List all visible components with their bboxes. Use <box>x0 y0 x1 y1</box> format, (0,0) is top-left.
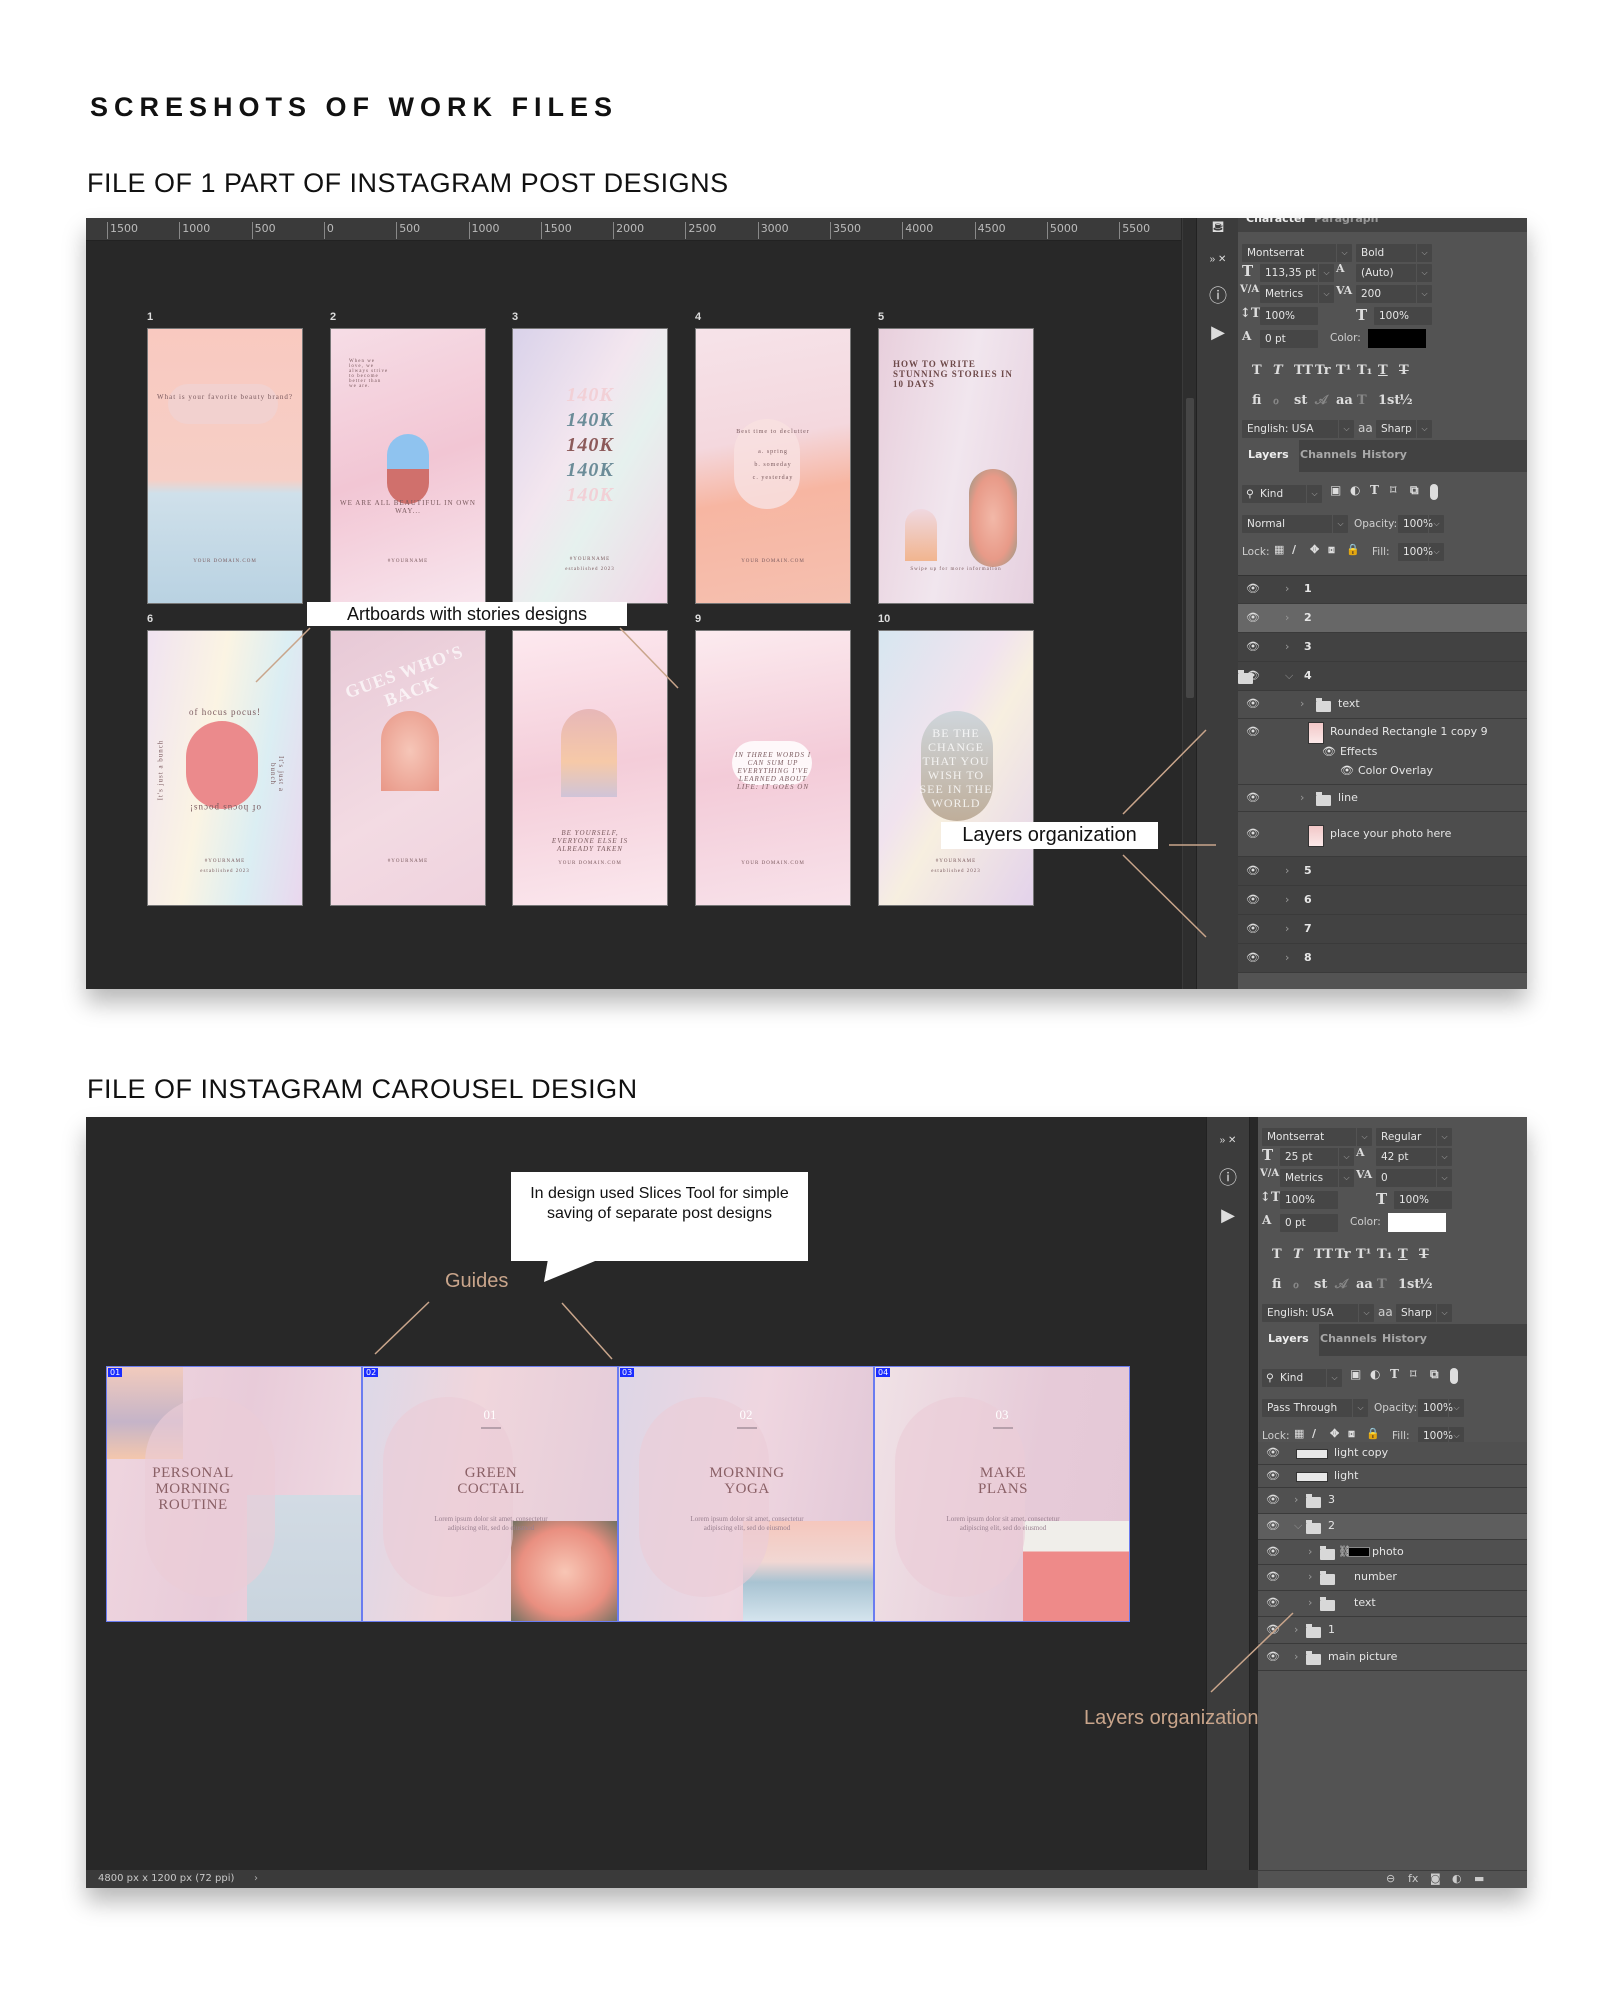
speech-bubble-tail <box>544 1259 600 1282</box>
annotation-lines <box>255 627 1294 1693</box>
slices-callout: In design used Slices Tool for simple sa… <box>511 1172 808 1261</box>
artboards-callout: Artboards with stories designs <box>307 602 627 626</box>
guide-line <box>374 1301 430 1355</box>
callout-line <box>619 627 679 689</box>
guides-label: Guides <box>445 1270 509 1292</box>
callout-line <box>1122 854 1207 938</box>
layers-callout: Layers organization <box>941 822 1158 849</box>
callout-line <box>255 627 311 683</box>
callout-line <box>1210 1612 1294 1693</box>
layers-callout: Layers organization <box>1084 1707 1259 1729</box>
guide-line <box>561 1302 613 1360</box>
callout-line <box>1122 729 1207 815</box>
